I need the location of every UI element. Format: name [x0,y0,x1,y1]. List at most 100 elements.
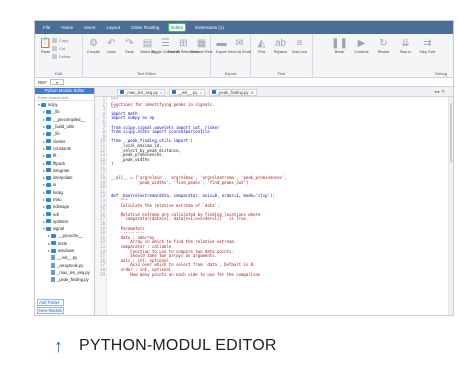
add-folder-button[interactable]: Add Folder [37,299,65,306]
step-over-button[interactable]: ⇉ Step Over [419,38,436,54]
break-button[interactable]: ❚❚ Break [331,38,348,54]
tree-folder-item[interactable]: ▸ interpolate [35,174,94,181]
tree-folder-item[interactable]: ▸ tests [35,240,94,247]
compile-label: Compile [86,50,101,54]
continue-button[interactable]: ▶ Continue [353,38,370,54]
folder-icon [46,109,51,114]
send-by-email-icon: ✉ [235,38,244,49]
tree-folder-item[interactable]: ▾ scipy [35,101,94,108]
toggle-comments-icon: ☰ [161,38,170,49]
tree-folder-item[interactable]: ▸ __pycache__ [35,232,94,239]
menu-tab-extensions-1[interactable]: Extensions (1) [193,24,226,31]
folder-icon [46,131,51,136]
tree-folder-item[interactable]: ▸ cluster [35,137,94,144]
tree-folder-item[interactable]: ▸ odr [35,210,94,217]
folder-icon [46,153,51,158]
menu-tab-insert[interactable]: Insert [82,24,97,31]
close-icon[interactable]: ⊗ [250,90,253,95]
close-icon[interactable]: × [199,90,201,95]
folder-icon [51,241,56,246]
editor-tab-label: __init__.py [177,89,198,95]
step-over-icon: ⇉ [423,38,432,49]
tree-folder-item[interactable]: ▸ linalg [35,189,94,196]
location-value[interactable]: REF [38,80,47,85]
cut-icon [52,46,57,51]
tree-folder-item[interactable]: ▸ fft [35,152,94,159]
tree-folder-item[interactable]: ▸ _build_utils [35,123,94,130]
tree-folder-item[interactable]: ▸ __precompiled__ [35,116,94,123]
menu-tab-order-routing[interactable]: Order Routing [129,24,161,31]
step-over-label: Step Over [419,50,436,54]
copy-label: Copy [59,38,69,43]
send-by-email-label: Send by Email [227,50,252,54]
send-by-email-button[interactable]: ✉ Send by Email [227,38,252,54]
sidebar-search-input[interactable]: Enter search text [35,94,94,101]
editor-tab-init-py[interactable]: __init__.py × [169,88,205,96]
tree-folder-item[interactable]: ▸ windows [35,247,94,254]
editor-tab-max-len-seq-py[interactable]: _max_len_seq.py × [117,88,166,96]
rename-refs-button[interactable]: ▦ Rename Refs [191,38,213,54]
find-label: Find [258,50,265,54]
tree-folder-item[interactable]: ▸ ndimage [35,203,94,210]
tree-item-label: _build_utils [53,124,74,130]
code-editor: _max_len_seq.py × __init__.py × _peak_findin… [95,88,453,315]
tree-folder-item[interactable]: ▸ _lib [35,130,94,137]
compile-button[interactable]: ⚙ Compile [85,38,102,54]
folder-icon [46,168,51,173]
tree-item-label: cluster [53,138,66,144]
menu-tab-home[interactable]: Home [59,24,75,31]
folder-icon [46,204,51,209]
cut-button[interactable]: Cut [52,46,65,51]
tree-item-label: linalg [53,189,63,195]
replace-button[interactable]: ab Replace [272,38,289,54]
menu-tab-layout[interactable]: Layout [105,24,123,31]
tree-item-label: __init__.py [57,255,78,261]
tree-folder-item[interactable]: ▸ integrate [35,167,94,174]
editor-tab-peak-finding-py[interactable]: _peak_finding.py ⊗ [208,88,257,96]
tree-file-item[interactable]: _arraytools.py [35,262,94,269]
python-file-icon [211,90,216,94]
tree-folder-item[interactable]: ▸ constants [35,145,94,152]
menu-tab-file[interactable]: File [41,24,52,31]
code-text-area[interactable]: """ Functions for identifying peaks in si… [107,97,453,315]
delete-button[interactable]: Delete [52,54,71,59]
goto-line-button[interactable]: ≡ Goto Line [291,38,308,54]
folder-icon [46,161,51,166]
find-button[interactable]: ◭ Find [253,38,270,54]
code-line: How many points on each side to use for … [111,271,261,277]
copy-button[interactable]: Copy [52,38,68,43]
location-dropdown[interactable]: ▾ [50,79,64,85]
tree-folder-item[interactable]: ▸ io [35,181,94,188]
redo-button[interactable]: ↷ Redo [121,38,138,54]
tree-folder-item[interactable]: ▾ signal [35,225,94,232]
scrollbar-thumb[interactable] [450,103,452,163]
tree-folder-item[interactable]: ▸ _lib [35,108,94,115]
tree-file-item[interactable]: _max_len_seq.py [35,269,94,276]
python-file-icon [51,269,55,275]
redo-label: Redo [125,50,134,54]
break-label: Break [334,50,345,54]
folder-icon [46,175,51,180]
tree-folder-item[interactable]: ▸ misc [35,196,94,203]
paste-icon: 📋 [39,38,52,49]
tree-folder-item[interactable]: ▸ optimize [35,218,94,225]
select-all-icon: ▤ [142,38,153,49]
editor-scrollbar[interactable] [448,97,453,315]
continue-label: Continue [354,50,369,54]
tree-item-label: interpolate [53,175,73,181]
tree-file-item[interactable]: __init__.py [35,254,94,261]
undo-button[interactable]: ↶ Undo [103,38,120,54]
tree-item-label: integrate [53,167,70,173]
tab-nav-controls[interactable]: ◂ ▸ ✕ [434,89,445,95]
python-file-icon [172,90,177,94]
tree-folder-item[interactable]: ▸ fftpack [35,159,94,166]
menu-bar: File Home Insert Layout Order Routing Editor E… [35,21,453,34]
find-all-references-button[interactable]: ⊞ Find All References [168,38,199,54]
tree-file-item[interactable]: _peak_finding.py [35,276,94,283]
python-file-icon [120,90,124,94]
restart-button[interactable]: ↻ Restart [375,38,392,54]
step-in-button[interactable]: ⇊ Step In [397,38,414,54]
new-module-button[interactable]: New Module [37,307,65,314]
close-icon[interactable]: × [160,90,162,95]
menu-tab-editor[interactable]: Editor [168,23,187,32]
